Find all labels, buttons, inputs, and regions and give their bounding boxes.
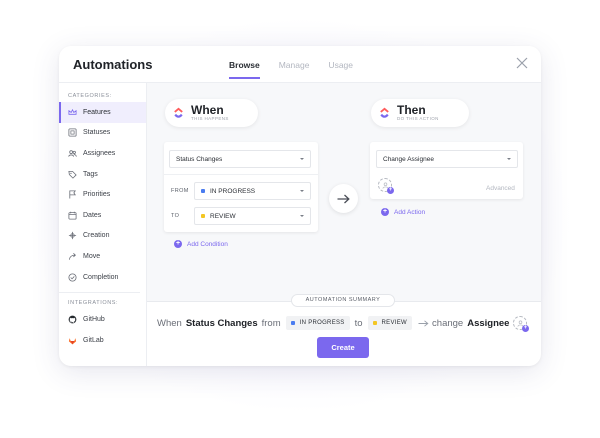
trigger-select[interactable]: Status Changes	[169, 150, 311, 168]
sidebar-item-label: Priorities	[83, 191, 111, 199]
clickup-logo-icon	[380, 107, 389, 118]
sidebar-item-move[interactable]: Move	[59, 246, 146, 267]
sidebar-item-priorities[interactable]: Priorities	[59, 184, 146, 205]
then-subtitle: DO THIS ACTION	[397, 115, 439, 121]
trigger-select-value: Status Changes	[176, 155, 223, 163]
integrations-heading: INTEGRATIONS:	[68, 300, 119, 307]
summary-from-status: IN PROGRESS	[285, 316, 350, 330]
advanced-link[interactable]: Advanced	[486, 185, 515, 192]
close-icon[interactable]	[515, 56, 529, 70]
tag-icon	[68, 170, 77, 179]
plus-icon: +	[381, 208, 389, 216]
action-select-value: Change Assignee	[383, 155, 434, 163]
arrow-right-icon	[418, 319, 429, 327]
summary-change-word: change	[432, 317, 464, 329]
plus-icon: +	[522, 325, 529, 332]
to-label: TO	[171, 213, 180, 219]
sidebar-item-label: GitLab	[83, 336, 104, 344]
sidebar-item-gitlab[interactable]: GitLab	[59, 330, 146, 351]
crown-icon	[68, 108, 77, 115]
chevron-down-icon	[300, 190, 304, 192]
clickup-logo-icon	[174, 107, 183, 118]
from-label: FROM	[171, 188, 189, 194]
chevron-down-icon	[300, 215, 304, 217]
tab-usage[interactable]: Usage	[328, 60, 353, 79]
summary-from-word: from	[261, 317, 281, 329]
create-button[interactable]: Create	[317, 337, 369, 358]
sidebar-item-label: GitHub	[83, 316, 105, 324]
plus-icon: +	[387, 187, 394, 194]
plus-icon: +	[174, 240, 182, 248]
summary-when-word: When	[157, 317, 182, 329]
tab-manage[interactable]: Manage	[279, 60, 310, 79]
sidebar-item-tags[interactable]: Tags	[59, 164, 146, 185]
sidebar-item-label: Statuses	[83, 129, 111, 137]
sidebar-item-label: Dates	[83, 211, 102, 219]
categories-heading: CATEGORIES:	[68, 93, 112, 99]
sidebar-item-github[interactable]: GitHub	[59, 309, 146, 330]
sidebar-item-dates[interactable]: Dates	[59, 205, 146, 226]
sidebar-item-assignees[interactable]: Assignees	[59, 143, 146, 164]
check-circle-icon	[68, 273, 77, 282]
sidebar-item-label: Assignees	[83, 149, 116, 157]
summary-to-status: REVIEW	[367, 316, 413, 330]
divider	[164, 174, 318, 175]
when-header: When THIS HAPPENS	[165, 99, 258, 127]
in-progress-dot	[201, 189, 205, 193]
chevron-down-icon	[300, 158, 304, 160]
sidebar: CATEGORIES: Features Statuses Assignees …	[59, 83, 147, 366]
calendar-icon	[68, 211, 77, 220]
sidebar-item-label: Features	[83, 108, 111, 116]
tab-bar: Browse Manage Usage	[229, 60, 372, 79]
sidebar-item-creation[interactable]: Creation	[59, 226, 146, 247]
modal-title: Automations	[73, 57, 153, 72]
automation-summary: When Status Changes from IN PROGRESS to …	[157, 315, 513, 331]
summary-from-status-label: IN PROGRESS	[299, 320, 345, 326]
summary-to-word: to	[354, 317, 363, 329]
when-title: When	[191, 102, 224, 117]
summary-to-status-label: REVIEW	[381, 320, 408, 326]
arrow-right-icon	[337, 194, 350, 203]
add-action-label: Add Action	[394, 208, 426, 216]
sidebar-item-label: Move	[83, 252, 101, 260]
review-dot	[201, 214, 205, 218]
automation-summary-label: AUTOMATION SUMMARY	[291, 294, 395, 307]
gitlab-icon	[68, 337, 77, 345]
when-subtitle: THIS HAPPENS	[191, 115, 229, 121]
sidebar-item-label: Creation	[83, 232, 110, 240]
summary-trigger: Status Changes	[185, 317, 258, 329]
tab-browse[interactable]: Browse	[229, 60, 260, 79]
to-status-select[interactable]: REVIEW	[194, 207, 311, 225]
add-action-link[interactable]: + Add Action	[381, 208, 425, 216]
flag-icon	[69, 190, 76, 199]
from-status-value: IN PROGRESS	[210, 187, 256, 195]
action-select[interactable]: Change Assignee	[376, 150, 518, 168]
add-condition-link[interactable]: + Add Condition	[174, 240, 228, 248]
create-icon	[68, 232, 77, 240]
users-icon	[68, 150, 77, 157]
sidebar-item-label: Tags	[83, 170, 98, 178]
sidebar-item-features[interactable]: Features	[59, 102, 146, 123]
add-condition-label: Add Condition	[187, 240, 228, 248]
chevron-down-icon	[507, 158, 511, 160]
summary-assignee-avatar: +	[513, 316, 529, 332]
assignee-picker[interactable]: +	[378, 178, 394, 194]
flow-arrow	[329, 184, 358, 213]
sidebar-item-statuses[interactable]: Statuses	[59, 123, 146, 144]
sidebar-item-completion[interactable]: Completion	[59, 267, 146, 288]
summary-target: Assignee	[467, 317, 510, 329]
move-icon	[68, 253, 76, 260]
to-status-value: REVIEW	[210, 212, 236, 220]
sidebar-item-label: Completion	[83, 273, 119, 281]
from-status-select[interactable]: IN PROGRESS	[194, 182, 311, 200]
status-icon	[68, 128, 77, 137]
then-header: Then DO THIS ACTION	[371, 99, 469, 127]
in-progress-dot	[290, 321, 295, 325]
then-title: Then	[397, 102, 426, 117]
modal-header: Automations Browse Manage Usage	[59, 46, 541, 83]
github-icon	[68, 315, 77, 324]
review-dot	[372, 321, 377, 325]
